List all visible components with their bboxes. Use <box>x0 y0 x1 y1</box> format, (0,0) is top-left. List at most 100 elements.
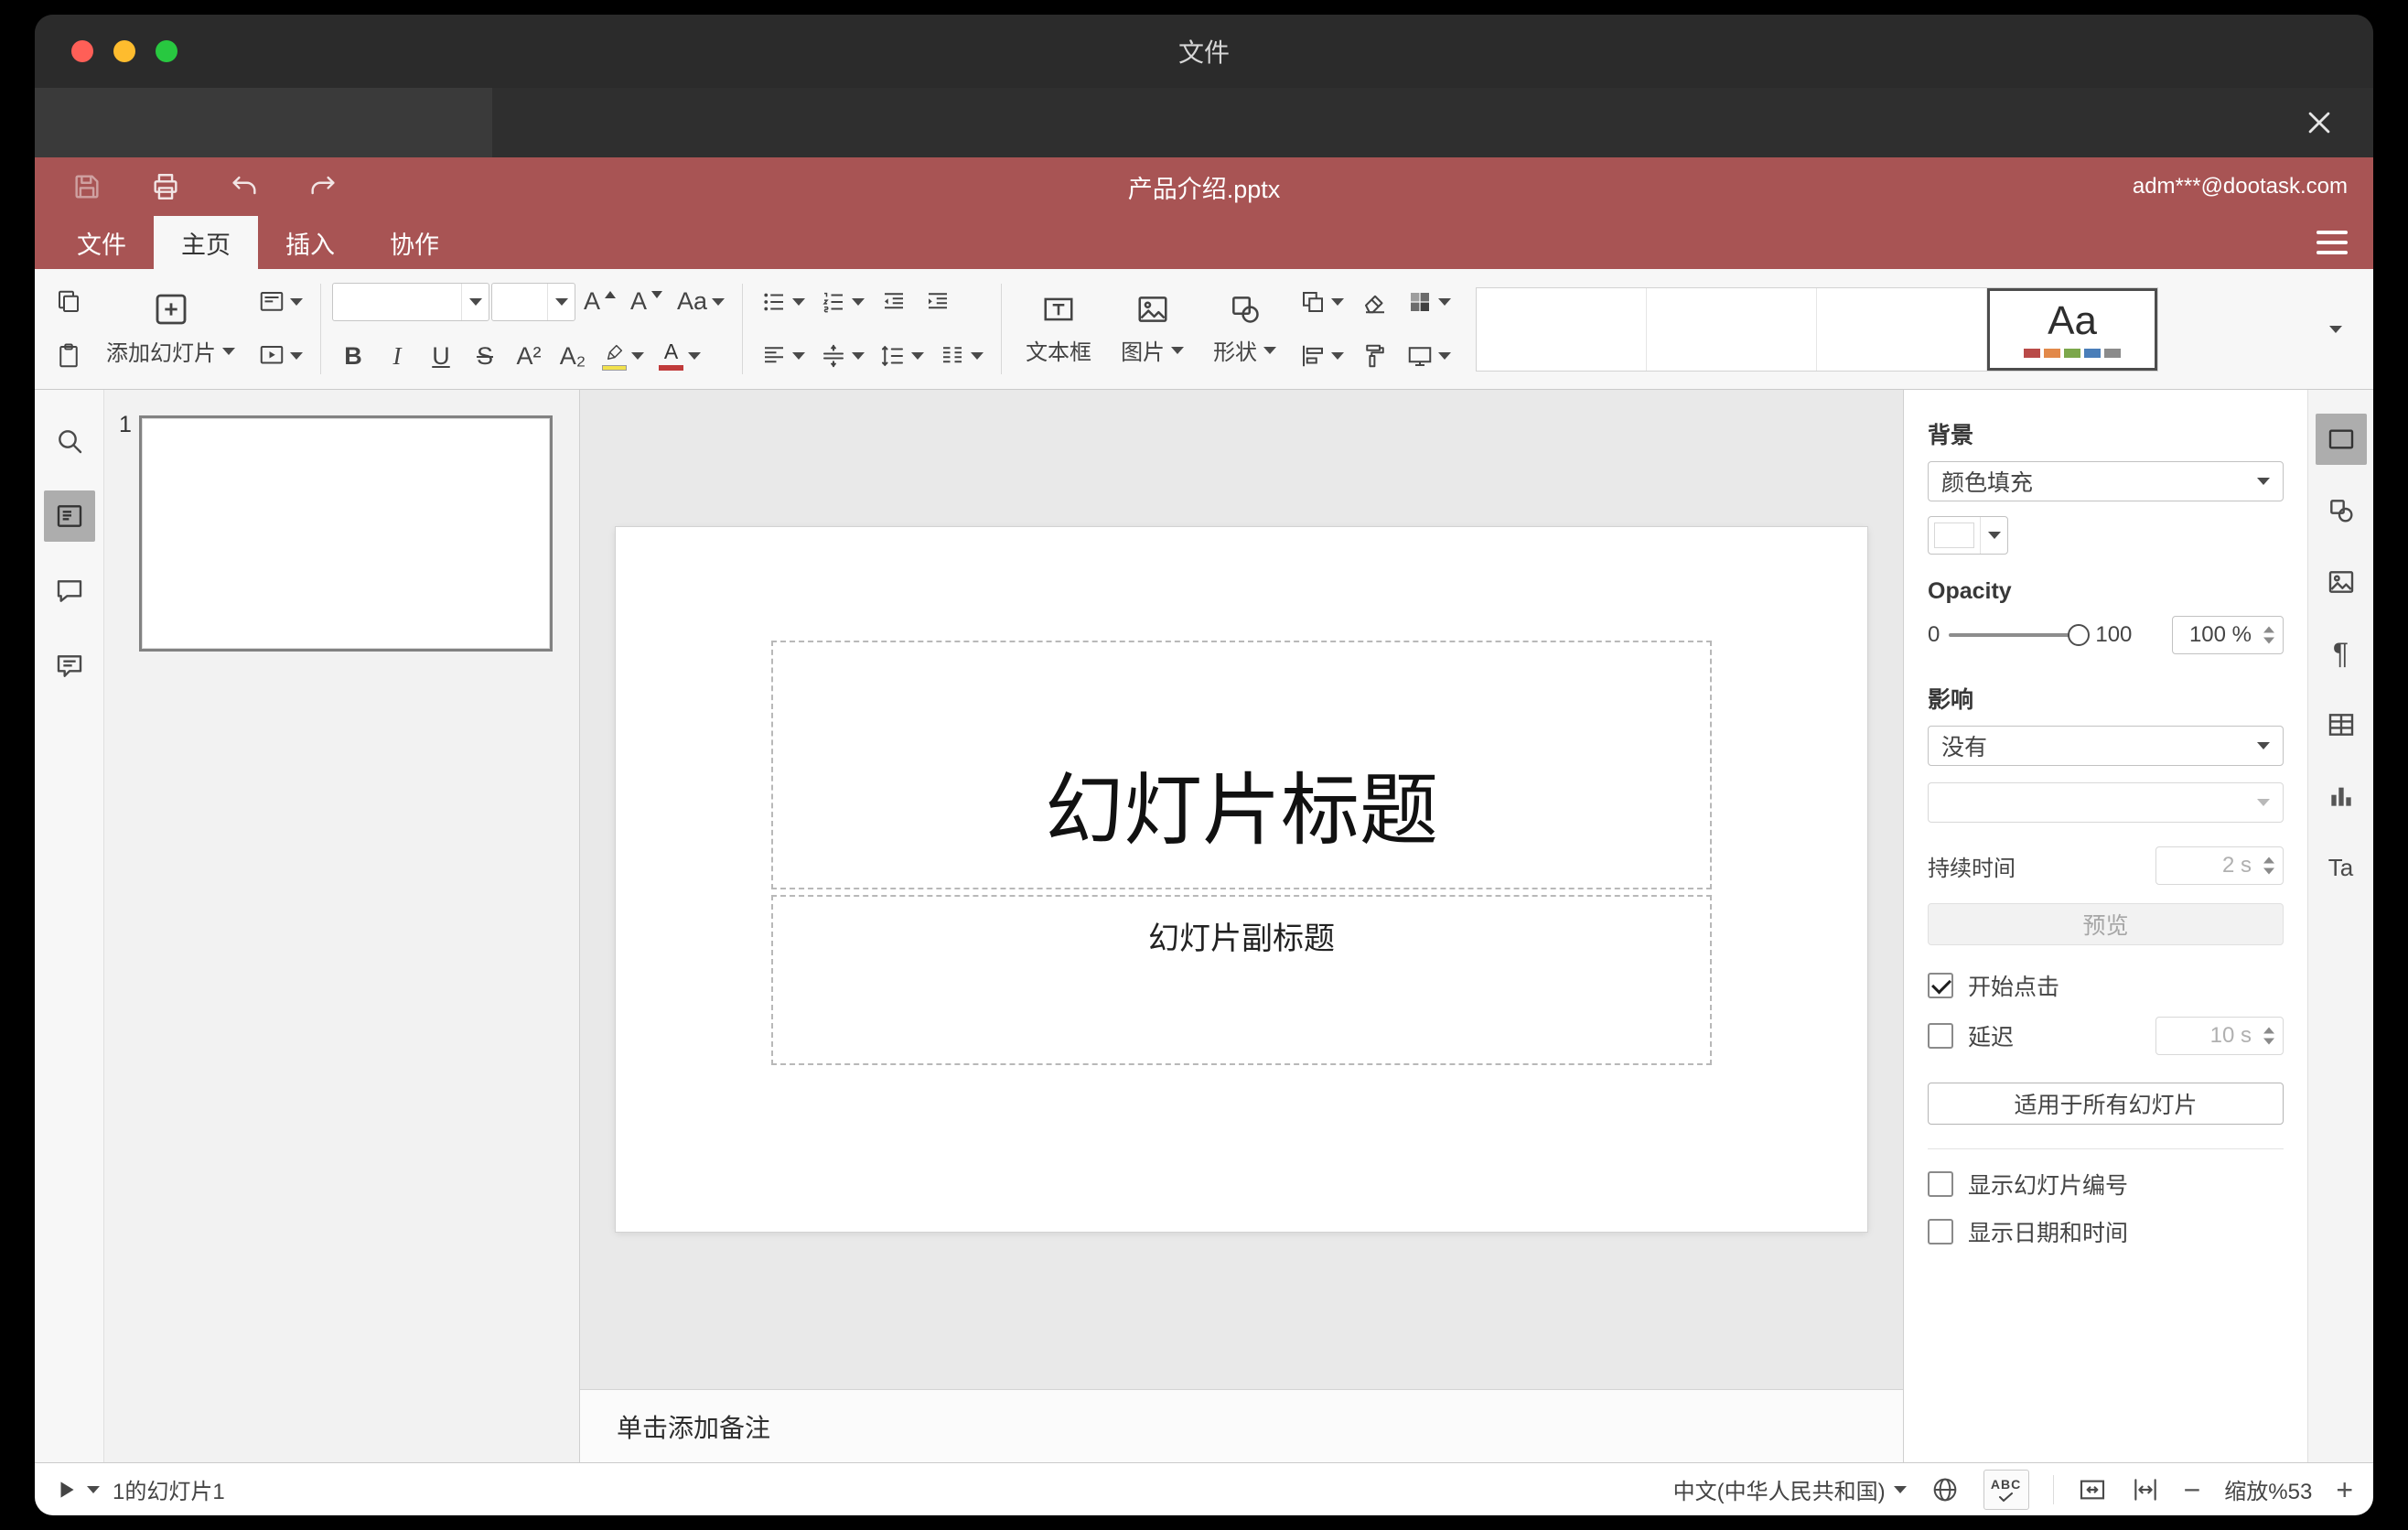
effect-select[interactable]: 没有 <box>1928 726 2284 766</box>
slider-knob[interactable] <box>2068 624 2091 646</box>
spinner-arrows[interactable] <box>2263 857 2274 875</box>
vertical-align-button[interactable] <box>813 331 871 381</box>
slides-panel-button[interactable] <box>43 490 95 542</box>
align-shape-button[interactable] <box>1293 331 1350 381</box>
image-settings-button[interactable] <box>2316 556 2367 608</box>
subtitle-placeholder[interactable]: 幻灯片副标题 <box>771 895 1712 1065</box>
shape-button[interactable]: 形状 <box>1200 275 1289 383</box>
change-case-button[interactable]: Aa <box>671 277 731 327</box>
spinner-arrows[interactable] <box>2263 1027 2274 1045</box>
apply-all-slides-button[interactable]: 适用于所有幻灯片 <box>1928 1083 2284 1125</box>
slide-size-button[interactable] <box>1400 331 1457 381</box>
bullet-list-button[interactable] <box>754 277 812 327</box>
search-icon <box>58 430 81 454</box>
decrease-indent-button[interactable] <box>873 277 915 327</box>
minimize-traffic-button[interactable] <box>113 40 135 62</box>
delay-checkbox[interactable] <box>1928 1023 1953 1049</box>
preview-button[interactable]: 预览 <box>1928 903 2284 945</box>
highlight-color-button[interactable] <box>596 331 650 381</box>
title-placeholder[interactable]: 幻灯片标题 <box>771 641 1712 889</box>
slide-thumbnail[interactable] <box>139 415 553 652</box>
zoom-in-button[interactable]: + <box>2336 1475 2353 1504</box>
paste-button[interactable] <box>48 331 90 381</box>
opacity-slider[interactable] <box>1949 624 2091 646</box>
fit-slide-button[interactable] <box>2078 1475 2107 1504</box>
bold-button[interactable]: B <box>332 331 374 381</box>
close-icon[interactable] <box>2296 100 2342 145</box>
menu-icon[interactable] <box>2317 231 2348 254</box>
set-language-button[interactable] <box>1930 1475 1960 1504</box>
zoom-out-button[interactable]: − <box>2184 1475 2201 1504</box>
subscript-button[interactable]: A₂ <box>552 331 594 381</box>
theme-tile[interactable] <box>1817 287 1988 371</box>
tab-insert[interactable]: 插入 <box>258 216 362 269</box>
spellcheck-button[interactable]: ABC <box>1983 1469 2029 1510</box>
start-slideshow-status-button[interactable] <box>55 1478 100 1502</box>
close-traffic-button[interactable] <box>71 40 93 62</box>
color-scheme-button[interactable] <box>1400 277 1457 327</box>
font-name-select[interactable] <box>332 282 489 321</box>
spinner-arrows[interactable] <box>2263 626 2274 644</box>
theme-tile[interactable] <box>1647 287 1818 371</box>
start-slideshow-button[interactable] <box>252 331 309 381</box>
horizontal-align-button[interactable] <box>754 331 812 381</box>
redo-button[interactable] <box>296 163 349 210</box>
search-button[interactable] <box>44 415 95 467</box>
arrange-shape-button[interactable] <box>1293 277 1350 327</box>
shape-settings-button[interactable] <box>2316 485 2367 536</box>
slide-layout-button[interactable] <box>252 277 309 327</box>
slide-settings-button[interactable] <box>2315 414 2367 465</box>
opacity-input[interactable]: 100 % <box>2172 616 2284 654</box>
tab-file[interactable]: 文件 <box>49 216 154 269</box>
fit-width-button[interactable] <box>2131 1475 2160 1504</box>
columns-button[interactable] <box>932 331 990 381</box>
color-picker-dropdown[interactable] <box>1980 517 2007 554</box>
print-button[interactable] <box>139 163 192 210</box>
fill-color-picker[interactable] <box>1928 516 2008 555</box>
show-date-checkbox[interactable] <box>1928 1219 1953 1244</box>
show-slide-number-checkbox[interactable] <box>1928 1171 1953 1197</box>
notes-area[interactable]: 单击添加备注 <box>580 1389 1903 1462</box>
save-button[interactable] <box>60 163 113 210</box>
strikethrough-button[interactable]: S <box>464 331 506 381</box>
increase-indent-button[interactable] <box>917 277 959 327</box>
decrease-font-button[interactable]: A <box>624 277 669 327</box>
duration-input[interactable]: 2 s <box>2155 846 2284 885</box>
copy-button[interactable] <box>48 277 90 327</box>
underline-button[interactable]: U <box>420 331 462 381</box>
increase-font-button[interactable]: A <box>577 277 622 327</box>
tab-home[interactable]: 主页 <box>154 216 258 269</box>
columns-icon <box>943 347 962 363</box>
undo-button[interactable] <box>218 163 271 210</box>
add-slide-button[interactable]: 添加幻灯片 <box>93 275 248 383</box>
copy-style-button[interactable] <box>1354 331 1396 381</box>
background-fill-select[interactable]: 颜色填充 <box>1928 461 2284 501</box>
language-select[interactable]: 中文(中华人民共和国) <box>1673 1473 1907 1505</box>
paragraph-settings-button[interactable]: ¶ <box>2316 628 2367 679</box>
font-color-button[interactable]: A <box>652 331 707 381</box>
textart-settings-button[interactable]: Ta <box>2316 842 2367 893</box>
font-size-select[interactable] <box>491 282 575 321</box>
chart-settings-button[interactable] <box>2316 770 2367 822</box>
theme-tile-selected[interactable]: Aa <box>1987 287 2158 371</box>
effect-option-select[interactable] <box>1928 782 2284 823</box>
table-settings-button[interactable] <box>2316 699 2367 750</box>
theme-gallery-expand-button[interactable] <box>2311 302 2360 357</box>
start-on-click-checkbox[interactable] <box>1928 973 1953 998</box>
image-button[interactable]: 图片 <box>1108 275 1197 383</box>
clear-style-button[interactable] <box>1354 277 1396 327</box>
chat-button[interactable] <box>44 641 95 692</box>
tab-collaboration[interactable]: 协作 <box>362 216 467 269</box>
delay-input[interactable]: 10 s <box>2155 1017 2284 1055</box>
superscript-button[interactable]: A² <box>508 331 550 381</box>
numbered-list-button[interactable] <box>813 277 871 327</box>
textbox-button[interactable]: 文本框 <box>1013 275 1104 383</box>
macos-titlebar: 文件 <box>35 15 2373 88</box>
fullscreen-traffic-button[interactable] <box>156 40 177 62</box>
theme-tile[interactable] <box>1477 287 1648 371</box>
italic-button[interactable]: I <box>376 331 418 381</box>
line-spacing-button[interactable] <box>873 331 930 381</box>
slide-canvas[interactable]: 幻灯片标题 幻灯片副标题 <box>580 390 1903 1389</box>
comments-button[interactable] <box>44 566 95 617</box>
slide-editing-area[interactable]: 幻灯片标题 幻灯片副标题 <box>616 527 1867 1232</box>
